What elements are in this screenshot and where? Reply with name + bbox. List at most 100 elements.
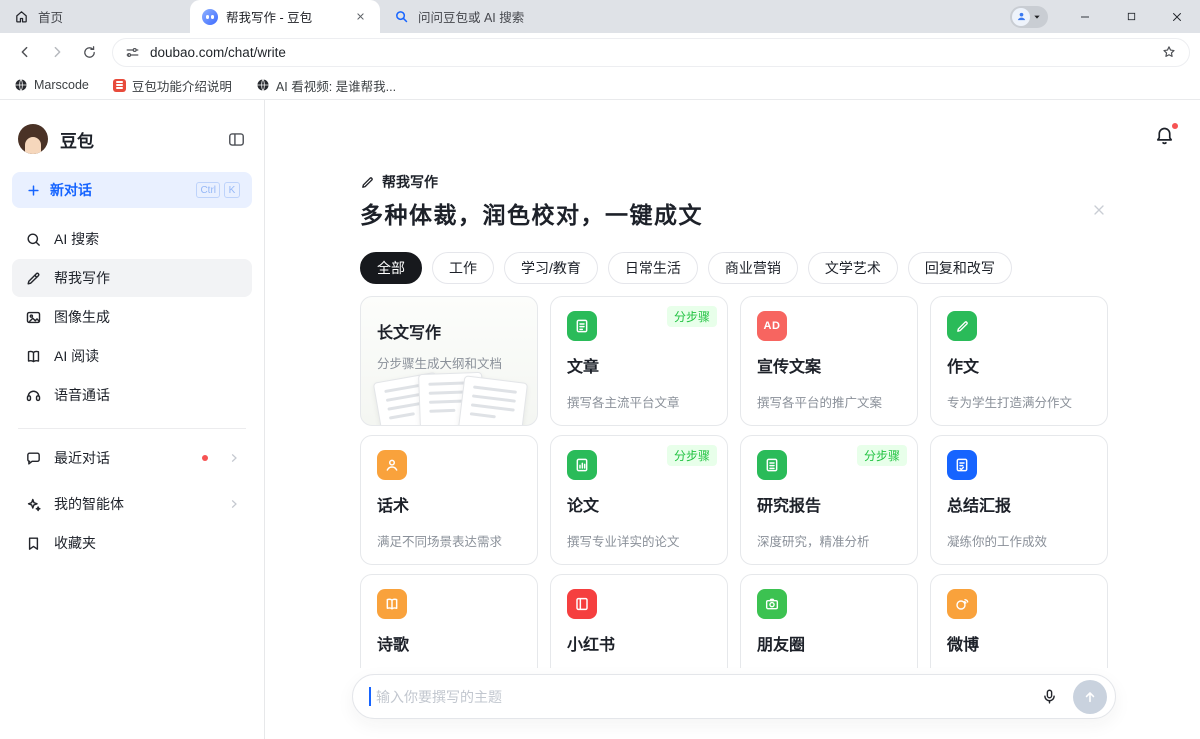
card-subtitle: 专为学生打造满分作文 xyxy=(947,392,1091,411)
article-icon xyxy=(567,311,597,341)
browser-profile-button[interactable] xyxy=(1010,6,1048,28)
weibo-icon xyxy=(947,589,977,619)
chevron-right-icon xyxy=(228,498,240,510)
tab-label: 首页 xyxy=(38,7,178,26)
sidebar-item-label: 收藏夹 xyxy=(54,533,96,553)
card-summary-report[interactable]: 总结汇报 凝练你的工作成效 xyxy=(930,435,1108,565)
card-title: 研究报告 xyxy=(757,492,901,516)
composer-area xyxy=(265,668,1200,739)
card-subtitle: 撰写专业详实的论文 xyxy=(567,531,711,550)
step-badge: 分步骤 xyxy=(667,445,717,466)
card-title: 话术 xyxy=(377,492,521,516)
search-icon xyxy=(24,230,42,248)
sidebar-item-image-generation[interactable]: 图像生成 xyxy=(12,298,252,336)
filter-literature[interactable]: 文学艺术 xyxy=(808,252,898,284)
filter-study[interactable]: 学习/教育 xyxy=(504,252,598,284)
filter-reply-rewrite[interactable]: 回复和改写 xyxy=(908,252,1012,284)
sidebar-item-help-me-write[interactable]: 帮我写作 xyxy=(12,259,252,297)
pen-icon xyxy=(24,269,42,287)
ad-text: AD xyxy=(764,320,781,332)
card-subtitle: 撰写各平台的推广文案 xyxy=(757,392,901,411)
filter-chips: 全部 工作 学习/教育 日常生活 商业营销 文学艺术 回复和改写 xyxy=(360,252,1012,284)
tab-doubao-search[interactable]: 问问豆包或 AI 搜索 xyxy=(380,0,570,33)
app-name: 豆包 xyxy=(60,127,94,152)
card-thesis[interactable]: 分步骤 论文 撰写专业详实的论文 xyxy=(550,435,728,565)
card-long-writing[interactable]: 长文写作 分步骤生成大纲和文档 xyxy=(360,296,538,426)
home-icon xyxy=(12,8,30,26)
card-article[interactable]: 分步骤 文章 撰写各主流平台文章 xyxy=(550,296,728,426)
doubao-search-icon xyxy=(392,8,410,26)
bookmark-ai-video[interactable]: AI 看视频: 是谁帮我... xyxy=(256,76,396,95)
microphone-icon[interactable] xyxy=(1033,681,1065,713)
card-title: 论文 xyxy=(567,492,711,516)
sidebar-section-my-agents[interactable]: 我的智能体 xyxy=(12,485,252,523)
summary-doc-icon xyxy=(947,450,977,480)
notification-bell-icon[interactable] xyxy=(1154,125,1176,147)
forward-button[interactable] xyxy=(42,37,72,67)
bookmark-label: Marscode xyxy=(34,78,89,92)
sidebar-divider xyxy=(18,428,246,429)
filter-marketing[interactable]: 商业营销 xyxy=(708,252,798,284)
card-essay[interactable]: 作文 专为学生打造满分作文 xyxy=(930,296,1108,426)
pencil-icon xyxy=(947,311,977,341)
step-badge: 分步骤 xyxy=(667,306,717,327)
sidebar-item-ai-search[interactable]: AI 搜索 xyxy=(12,220,252,258)
sparkle-icon xyxy=(24,495,42,513)
tab-home[interactable]: 首页 xyxy=(0,0,190,33)
tab-close-icon[interactable] xyxy=(352,9,368,25)
tab-label: 帮我写作 - 豆包 xyxy=(226,7,344,26)
card-title: 文章 xyxy=(567,353,711,377)
text-cursor xyxy=(369,687,371,706)
composer[interactable] xyxy=(352,674,1116,719)
sidebar-item-voice-call[interactable]: 语音通话 xyxy=(12,376,252,414)
bookmark-star-icon[interactable] xyxy=(1161,44,1177,60)
sidebar-item-ai-reading[interactable]: AI 阅读 xyxy=(12,337,252,375)
new-chat-label: 新对话 xyxy=(50,180,92,200)
filter-work[interactable]: 工作 xyxy=(432,252,494,284)
send-button[interactable] xyxy=(1073,680,1107,714)
browser-window: 首页 帮我写作 - 豆包 问问豆包或 AI 搜索 xyxy=(0,0,1200,739)
maximize-button[interactable] xyxy=(1108,0,1154,33)
site-settings-icon[interactable] xyxy=(125,45,140,60)
filter-daily-life[interactable]: 日常生活 xyxy=(608,252,698,284)
bookmark-marscode[interactable]: Marscode xyxy=(14,78,89,92)
browser-tab-bar: 首页 帮我写作 - 豆包 问问豆包或 AI 搜索 xyxy=(0,0,1200,33)
address-bar[interactable]: doubao.com/chat/write xyxy=(112,38,1190,67)
camera-icon xyxy=(757,589,787,619)
filter-all[interactable]: 全部 xyxy=(360,252,422,284)
back-button[interactable] xyxy=(10,37,40,67)
documents-illustration xyxy=(361,373,537,426)
book-icon xyxy=(24,347,42,365)
card-title: 诗歌 xyxy=(377,631,521,655)
url-text: doubao.com/chat/write xyxy=(150,45,286,60)
close-window-button[interactable] xyxy=(1154,0,1200,33)
sidebar-section-recent-chats[interactable]: 最近对话 xyxy=(12,439,252,477)
reload-button[interactable] xyxy=(74,37,104,67)
sidebar-item-label: AI 阅读 xyxy=(54,346,99,366)
card-talk-script[interactable]: 话术 满足不同场景表达需求 xyxy=(360,435,538,565)
sidebar: 豆包 新对话 Ctrl K AI 搜索 xyxy=(0,100,265,739)
new-chat-button[interactable]: 新对话 Ctrl K xyxy=(12,172,252,208)
writing-cards-grid: 长文写作 分步骤生成大纲和文档 分步骤 文章 撰写各主流平台文章 xyxy=(360,296,1108,704)
dismiss-banner-icon[interactable] xyxy=(1091,202,1107,218)
sidebar-header: 豆包 xyxy=(12,124,252,154)
card-research-report[interactable]: 分步骤 研究报告 深度研究，精准分析 xyxy=(740,435,918,565)
sidebar-item-label: 帮我写作 xyxy=(54,268,110,288)
card-promo-copy[interactable]: AD 宣传文案 撰写各平台的推广文案 xyxy=(740,296,918,426)
bookmarks-bar: Marscode 豆包功能介绍说明 AI 看视频: 是谁帮我... xyxy=(0,71,1200,100)
notebook-icon xyxy=(567,589,597,619)
bookmark-doubao-guide[interactable]: 豆包功能介绍说明 xyxy=(113,76,232,95)
card-title: 总结汇报 xyxy=(947,492,1091,516)
doubao-favicon xyxy=(202,9,218,25)
card-title: 朋友圈 xyxy=(757,631,901,655)
card-subtitle: 分步骤生成大纲和文档 xyxy=(377,353,521,372)
card-subtitle: 凝练你的工作成效 xyxy=(947,531,1091,550)
topic-input[interactable] xyxy=(376,689,1033,705)
card-subtitle: 深度研究，精准分析 xyxy=(757,531,901,550)
window-controls xyxy=(1010,0,1200,33)
minimize-button[interactable] xyxy=(1062,0,1108,33)
globe-icon xyxy=(14,78,28,92)
sidebar-section-favorites[interactable]: 收藏夹 xyxy=(12,524,252,562)
collapse-sidebar-icon[interactable] xyxy=(227,130,246,149)
tab-doubao-write[interactable]: 帮我写作 - 豆包 xyxy=(190,0,380,33)
